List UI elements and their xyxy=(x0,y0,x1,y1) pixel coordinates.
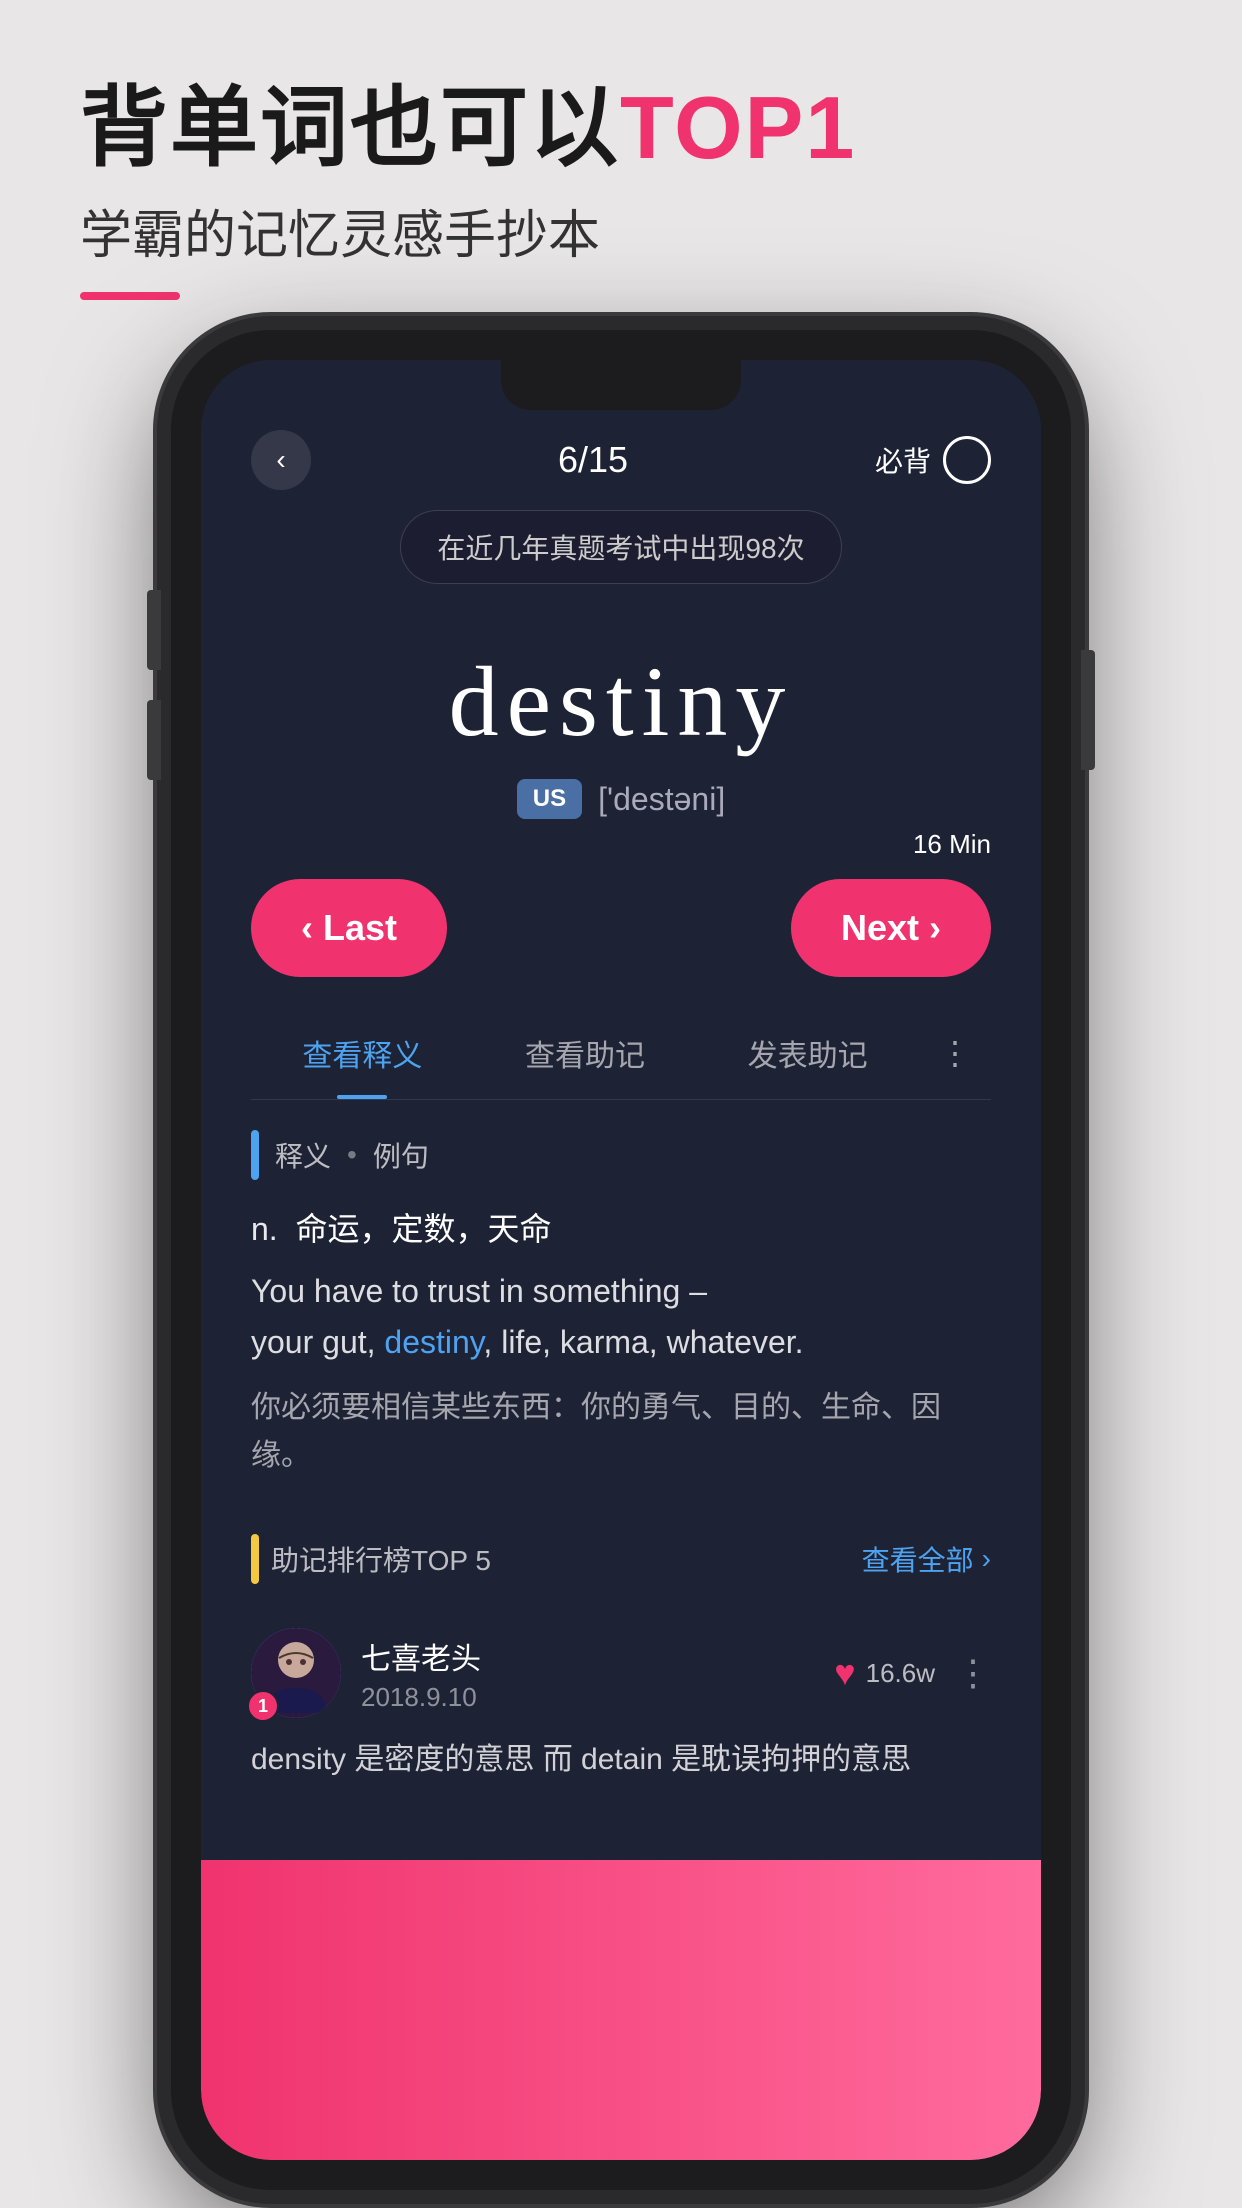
sentence-highlight-word: destiny xyxy=(384,1324,483,1360)
appearance-tooltip: 在近几年真题考试中出现98次 xyxy=(400,510,841,584)
sentence-suffix: , life, karma, whatever. xyxy=(483,1324,803,1360)
title-underline xyxy=(80,292,180,300)
user-details: 七喜老头 2018.9.10 xyxy=(361,1634,481,1713)
tab-post-mnemonic[interactable]: 发表助记 xyxy=(696,1007,919,1099)
mnemonic-title: 助记排行榜TOP 5 xyxy=(271,1539,491,1579)
tab-definition[interactable]: 查看释义 xyxy=(251,1007,474,1099)
example-sentence-en: You have to trust in something –your gut… xyxy=(251,1266,991,1368)
like-count: 16.6w xyxy=(866,1658,935,1689)
volume-down-button xyxy=(147,700,161,780)
must-back-area[interactable]: 必背 xyxy=(875,436,991,484)
user-card-header: 1 七喜老头 2018.9.10 ♥ 16.6w xyxy=(251,1628,991,1718)
mnemonic-bar-yellow xyxy=(251,1534,259,1584)
phonetic-area: US ['destəni] xyxy=(251,779,991,819)
chevron-right-icon: › xyxy=(982,1543,991,1575)
time-badge: 16 Min xyxy=(913,829,991,860)
section-sublabel: 例句 xyxy=(373,1135,429,1175)
tab-more-button[interactable]: ⋮ xyxy=(919,1010,991,1096)
user-actions: ♥ 16.6w ⋮ xyxy=(834,1652,991,1694)
bottom-accent xyxy=(201,1860,1041,2160)
next-button[interactable]: Next › xyxy=(791,879,991,977)
heart-icon: ♥ xyxy=(834,1652,855,1694)
user-name: 七喜老头 xyxy=(361,1634,481,1678)
rank-badge: 1 xyxy=(247,1690,279,1722)
back-icon: ‹ xyxy=(276,444,285,476)
us-label: US xyxy=(517,779,582,819)
phone-frame: ‹ 6/15 必背 在近几年真题考试中出现98次 destiny xyxy=(171,330,1071,2190)
section-bar-blue xyxy=(251,1130,259,1180)
main-title: 背单词也可以TOP1 xyxy=(80,80,856,177)
title-text-part1: 背单词也可以 xyxy=(80,78,620,177)
word-area: destiny US ['destəni] xyxy=(251,614,991,849)
section-label: 释义 • 例句 xyxy=(251,1130,991,1180)
back-button[interactable]: ‹ xyxy=(251,430,311,490)
example-sentence-cn: 你必须要相信某些东西：你的勇气、目的、生命、因缘。 xyxy=(251,1384,991,1480)
last-button[interactable]: ‹ Last xyxy=(251,879,447,977)
tab-mnemonic[interactable]: 查看助记 xyxy=(474,1007,697,1099)
title-area: 背单词也可以TOP1 学霸的记忆灵感手抄本 xyxy=(80,80,856,300)
mnemonic-section: 助记排行榜TOP 5 查看全部 › xyxy=(251,1510,991,1829)
mnemonic-header: 助记排行榜TOP 5 查看全部 › xyxy=(251,1534,991,1584)
phonetic-text: ['destəni] xyxy=(598,781,725,818)
subtitle: 学霸的记忆灵感手抄本 xyxy=(80,193,856,268)
user-info: 1 七喜老头 2018.9.10 xyxy=(251,1628,481,1718)
user-post-card: 1 七喜老头 2018.9.10 ♥ 16.6w xyxy=(251,1608,991,1805)
must-back-label: 必背 xyxy=(875,440,931,480)
power-button xyxy=(1081,650,1095,770)
user-date: 2018.9.10 xyxy=(361,1682,481,1713)
post-content: density 是密度的意思 而 detain 是耽误拘押的意思 xyxy=(251,1734,991,1785)
phone-screen: ‹ 6/15 必背 在近几年真题考试中出现98次 destiny xyxy=(201,360,1041,2160)
nav-buttons-area: 16 Min ‹ Last Next › xyxy=(251,879,991,977)
phone-wrapper: ‹ 6/15 必背 在近几年真题考试中出现98次 destiny xyxy=(171,330,1071,2190)
progress-indicator: 6/15 xyxy=(558,439,628,481)
definition-pos: n. 命运，定数，天命 xyxy=(251,1204,991,1250)
more-options-button[interactable]: ⋮ xyxy=(955,1652,991,1694)
title-top1: TOP1 xyxy=(620,78,856,177)
view-all-button[interactable]: 查看全部 › xyxy=(862,1539,991,1579)
phone-notch xyxy=(501,360,741,410)
avatar-wrap: 1 xyxy=(251,1628,341,1718)
like-area[interactable]: ♥ 16.6w xyxy=(834,1652,935,1694)
word-display: destiny xyxy=(251,644,991,759)
volume-up-button xyxy=(147,590,161,670)
tabs-bar: 查看释义 查看助记 发表助记 ⋮ xyxy=(251,1007,991,1100)
section-title-label: 释义 xyxy=(275,1135,331,1175)
mnemonic-title-area: 助记排行榜TOP 5 xyxy=(251,1534,491,1584)
top-bar: ‹ 6/15 必背 xyxy=(251,430,991,490)
must-back-circle xyxy=(943,436,991,484)
definition-section: 释义 • 例句 n. 命运，定数，天命 You have to trust in… xyxy=(251,1100,991,1510)
